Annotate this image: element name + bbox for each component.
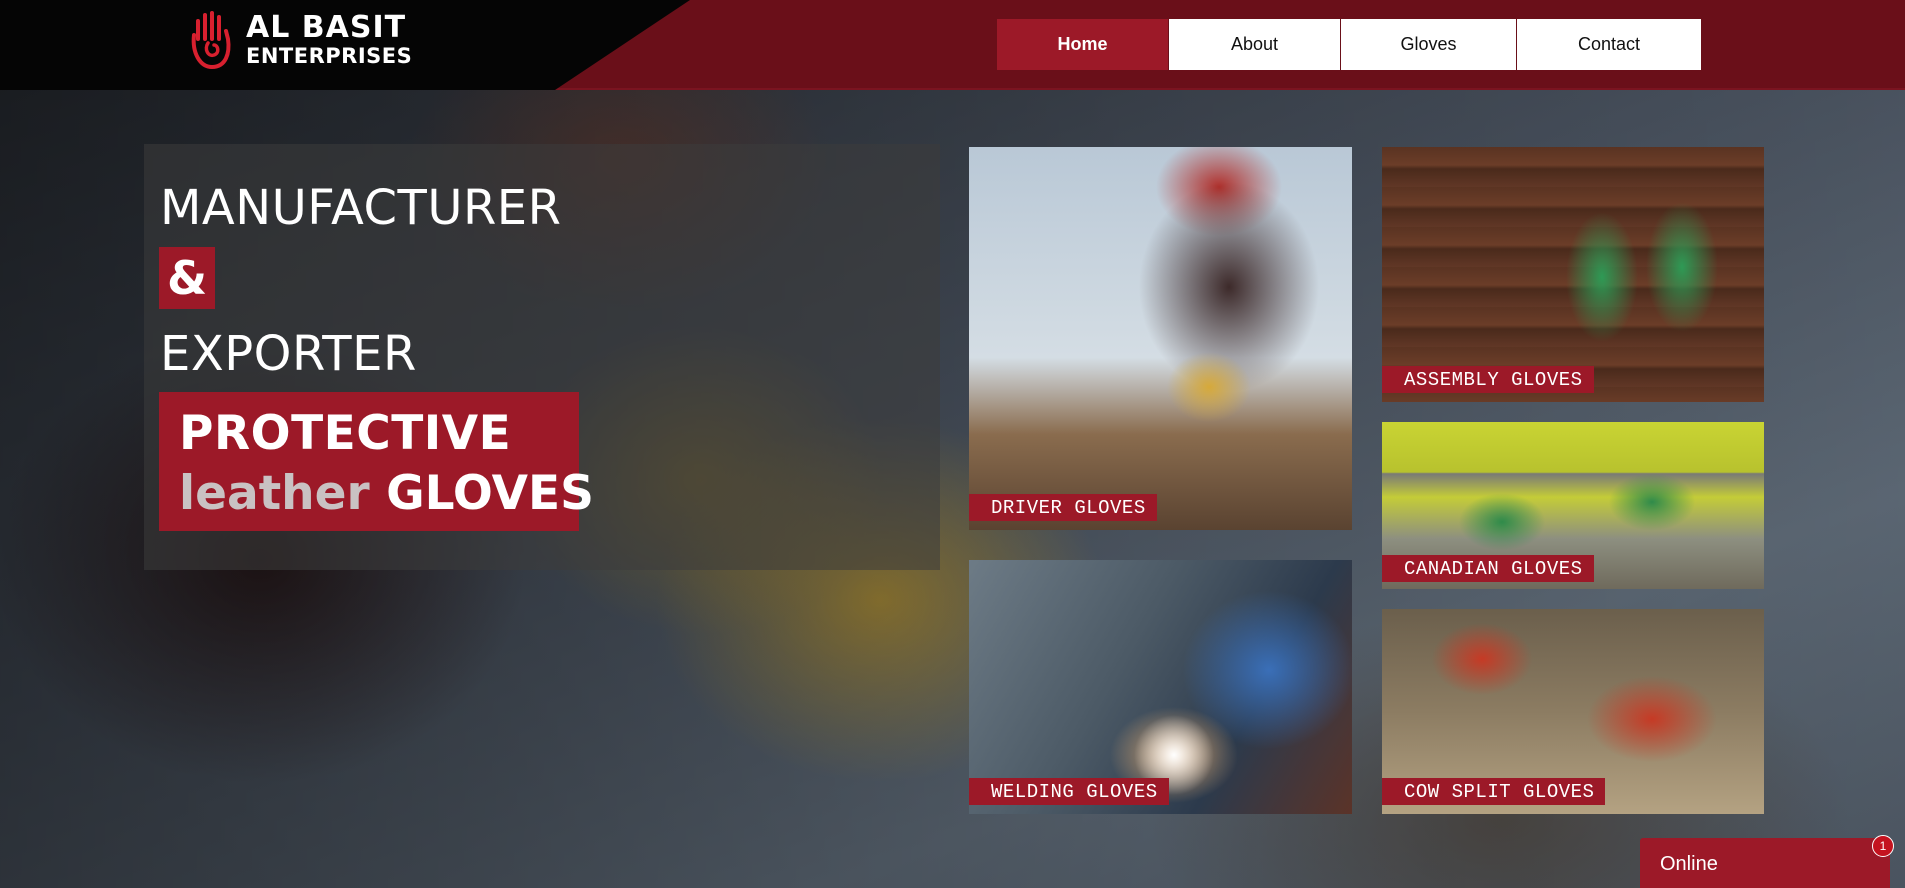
product-card-cow-split-gloves[interactable]: COW SPLIT GLOVES — [1382, 609, 1764, 814]
product-card-canadian-gloves[interactable]: CANADIAN GLOVES — [1382, 422, 1764, 589]
brand-name-line2: ENTERPRISES — [246, 44, 413, 68]
site-header: AL BASIT ENTERPRISES Home About Gloves C… — [0, 0, 1905, 90]
hero-tagline-leather-gloves: leather GLOVES — [179, 466, 594, 521]
driver-gloves-image — [969, 147, 1352, 530]
nav-contact[interactable]: Contact — [1516, 19, 1701, 70]
nav-about[interactable]: About — [1168, 19, 1340, 70]
product-card-welding-gloves[interactable]: WELDING GLOVES — [969, 560, 1352, 814]
product-card-label: ASSEMBLY GLOVES — [1382, 366, 1594, 393]
hero-headline-manufacturer: MANUFACTURER — [160, 180, 562, 236]
hero-ampersand-badge: & — [159, 247, 215, 309]
hero-tagline-leather: leather — [179, 466, 370, 521]
brand-name: AL BASIT ENTERPRISES — [246, 13, 412, 67]
brand-logo[interactable]: AL BASIT ENTERPRISES — [186, 9, 416, 71]
chat-notification-badge: 1 — [1872, 835, 1894, 857]
nav-gloves[interactable]: Gloves — [1340, 19, 1516, 70]
hero-tagline-gloves: GLOVES — [386, 466, 594, 521]
hero-tagline-box: PROTECTIVE leather GLOVES — [159, 392, 594, 531]
product-card-label: DRIVER GLOVES — [969, 494, 1157, 521]
product-card-label: COW SPLIT GLOVES — [1382, 778, 1606, 805]
chat-status-label: Online — [1660, 853, 1718, 875]
welding-gloves-image — [969, 560, 1352, 814]
online-chat-widget[interactable]: Online — [1640, 838, 1890, 888]
product-card-label: CANADIAN GLOVES — [1382, 555, 1594, 582]
hero-tagline-protective: PROTECTIVE — [179, 406, 512, 461]
assembly-gloves-image — [1382, 147, 1764, 402]
product-card-label: WELDING GLOVES — [969, 778, 1169, 805]
brand-name-line1: AL BASIT — [246, 10, 407, 45]
main-nav: Home About Gloves Contact — [997, 19, 1701, 70]
product-card-assembly-gloves[interactable]: ASSEMBLY GLOVES — [1382, 147, 1764, 402]
product-card-driver-gloves[interactable]: DRIVER GLOVES — [969, 147, 1352, 530]
hand-glove-logo-icon — [191, 11, 231, 70]
nav-home[interactable]: Home — [997, 19, 1168, 70]
hero-headline-exporter: EXPORTER — [160, 326, 417, 382]
